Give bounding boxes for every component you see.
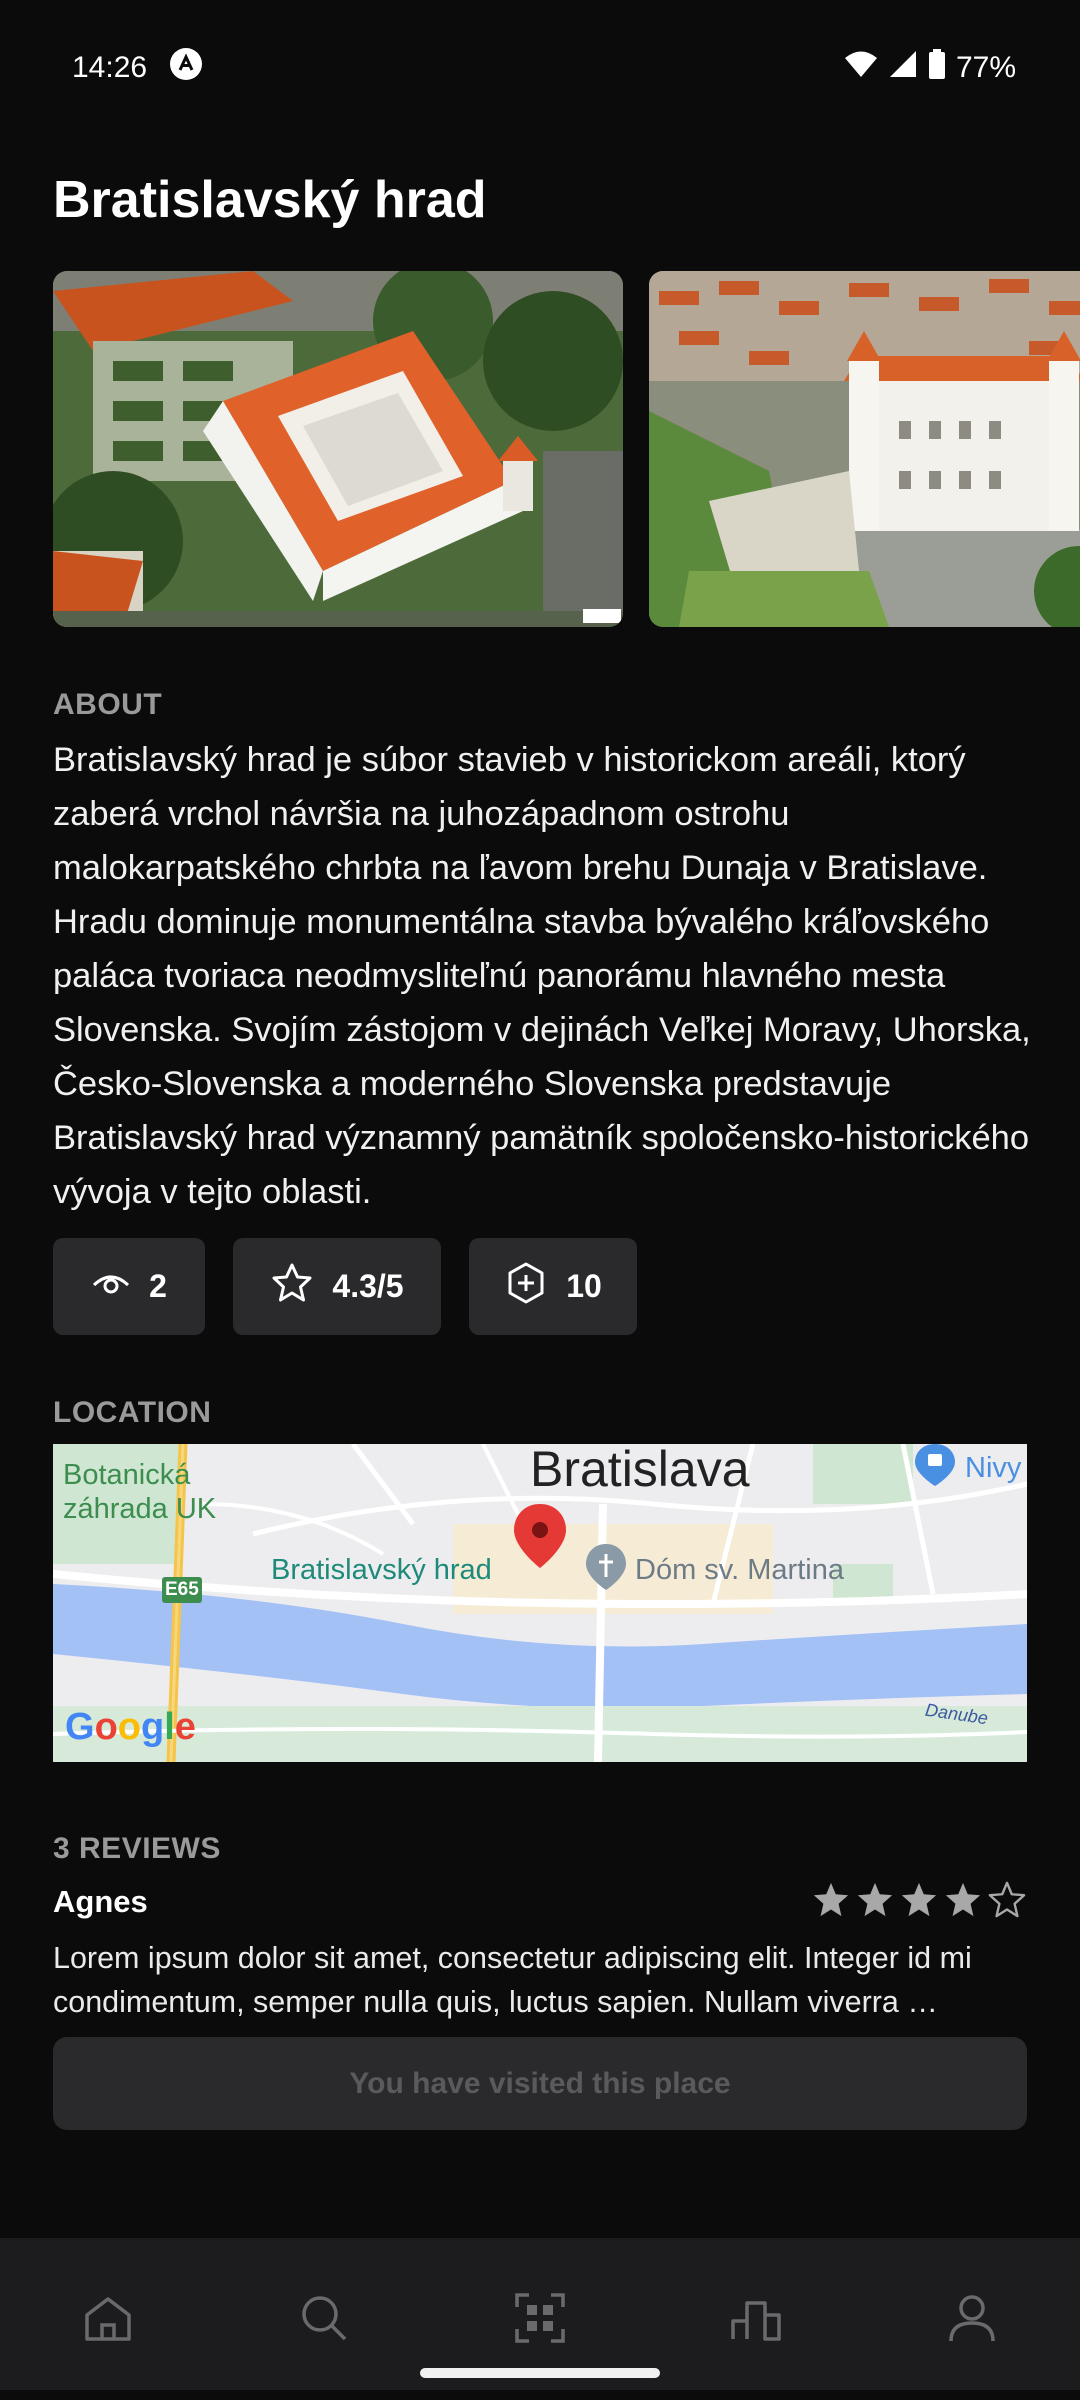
battery-icon [928,49,946,87]
map-city-label: Bratislava [530,1444,750,1497]
views-count: 2 [149,1268,167,1304]
nav-home[interactable] [78,2288,138,2348]
nav-qr-scan[interactable] [510,2288,570,2348]
location-section-label: LOCATION [53,1396,212,1429]
google-logo: Google [65,1706,196,1748]
map-castle-label: Bratislavský hrad [271,1554,492,1586]
app-notification-icon [169,47,203,89]
gallery-photo-2[interactable] [649,271,1080,627]
hexagon-plus-icon [504,1261,548,1313]
star-empty-icon [988,1881,1026,1918]
star-filled-icon [945,1882,981,1917]
wifi-icon [844,50,878,86]
status-right: 77% [844,49,1016,87]
visited-button[interactable]: You have visited this place [53,2037,1027,2130]
map-cathedral-label: Dóm sv. Martina [635,1554,844,1586]
map-nivy-label: Nivy [965,1452,1022,1484]
nav-profile[interactable] [942,2288,1002,2348]
location-map[interactable]: Bratislava Botanická záhrada UK Bratisla… [53,1444,1027,1762]
points-stat: 10 [469,1238,637,1335]
map-garden-label-line1: Botanická [63,1459,191,1491]
home-indicator[interactable] [420,2368,660,2378]
reviews-section-label: 3 REVIEWS [53,1832,221,1865]
views-stat: 2 [53,1238,205,1335]
review-text: Lorem ipsum dolor sit amet, consectetur … [53,1941,972,2019]
leaderboard-icon [731,2301,781,2341]
search-icon [302,2296,347,2341]
gallery-photo-1[interactable] [53,271,623,627]
about-text: Bratislavský hrad je súbor stavieb v his… [53,741,1031,1211]
star-filled-icon [813,1882,849,1917]
page-title: Bratislavský hrad [53,171,487,229]
battery-percent: 77% [955,51,1016,84]
rating-stat: 4.3/5 [233,1238,441,1335]
star-filled-icon [901,1882,937,1917]
eye-icon [91,1263,131,1311]
profile-icon [949,2295,995,2342]
nav-leaderboard[interactable] [726,2288,786,2348]
home-icon [85,2297,131,2341]
nav-search[interactable] [294,2288,354,2348]
review-author: Agnes [53,1884,148,1919]
status-time: 14:26 [72,51,148,84]
about-section-label: ABOUT [53,688,163,721]
status-left: 14:26 [72,47,203,89]
status-bar: 14:26 77% [0,0,1080,136]
signal-icon [888,50,918,86]
review-stars [812,1880,1026,1918]
map-road-label: E65 [165,1579,199,1600]
stats-row: 2 4.3/5 10 [53,1238,637,1335]
qr-scan-icon [515,2293,565,2343]
photo-gallery[interactable] [53,271,1080,627]
star-outline-icon [270,1261,314,1313]
points-value: 10 [566,1268,602,1304]
star-filled-icon [857,1882,893,1917]
map-garden-label: Botanická záhrada UK [63,1458,216,1526]
map-garden-label-line2: záhrada UK [63,1493,217,1525]
rating-value: 4.3/5 [332,1268,404,1304]
